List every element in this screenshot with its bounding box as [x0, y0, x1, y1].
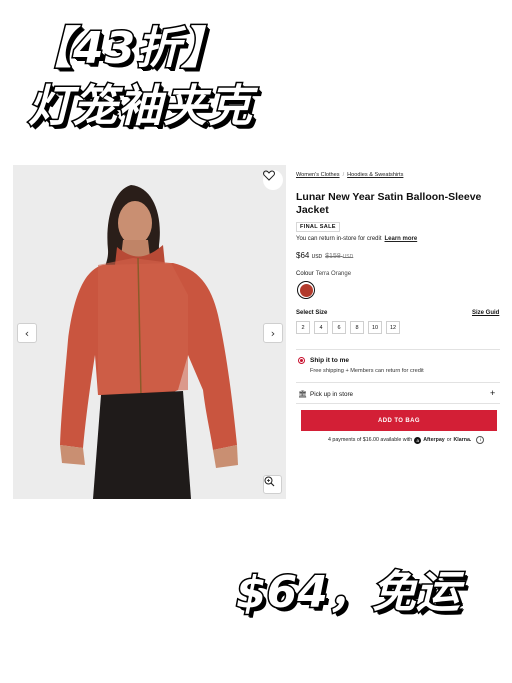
model-photo	[13, 165, 286, 499]
divider	[296, 403, 500, 404]
select-size-label: Select Size	[296, 310, 328, 316]
colour-swatch-terra-orange[interactable]	[297, 281, 315, 299]
original-price: $158 USD	[325, 253, 354, 260]
current-price: $64 USD	[296, 251, 323, 260]
product-image-gallery: ‹ ›	[13, 165, 286, 499]
breadcrumb-womens-clothes[interactable]: Women's Clothes	[296, 172, 340, 178]
headline-discount: 【43折】	[26, 22, 227, 76]
chevron-right-icon: ›	[270, 326, 276, 340]
size-option[interactable]: 10	[368, 321, 382, 334]
add-to-bag-button[interactable]: ADD TO BAG	[301, 410, 497, 431]
price-banner: $64，免运	[235, 566, 462, 620]
size-option[interactable]: 6	[332, 321, 346, 334]
chevron-left-icon: ‹	[24, 326, 30, 340]
store-icon: 🏛	[298, 391, 307, 398]
info-icon[interactable]: i	[476, 436, 485, 444]
current-price-currency: USD	[311, 254, 323, 260]
price-row: $64 USD $158 USD	[296, 251, 353, 260]
previous-image-button[interactable]: ‹	[17, 323, 37, 343]
ship-it-title[interactable]: Ship it to me	[310, 357, 349, 364]
product-info-panel: Women's Clothes / Hoodies & Sweatshirts Lu…	[296, 165, 500, 499]
klarna-label: Klarna.	[453, 437, 472, 443]
breadcrumb: Women's Clothes / Hoodies & Sweatshirts	[296, 172, 404, 178]
heart-icon	[263, 170, 275, 181]
next-image-button[interactable]: ›	[263, 323, 283, 343]
original-price-currency: USD	[342, 254, 354, 260]
learn-more-link[interactable]: Learn more	[385, 236, 418, 242]
pickup-in-store-option[interactable]: Pick up in store	[310, 391, 353, 398]
product-page-screenshot: ‹ › Women's Clothes / Hoodies & Sweatshirt…	[13, 165, 500, 499]
headline-product-type: 灯笼袖夹克	[27, 80, 254, 134]
colour-name: Terra Orange	[315, 271, 352, 277]
afterpay-label: Afterpay	[423, 437, 445, 443]
expand-pickup-button[interactable]: +	[490, 388, 495, 398]
final-sale-badge: FINAL SALE	[296, 222, 340, 232]
favorite-button[interactable]	[263, 170, 283, 190]
installments-note: 4 payments of $16.00 available with a Af…	[328, 436, 485, 444]
size-option[interactable]: 12	[386, 321, 400, 334]
divider	[296, 349, 500, 350]
size-option[interactable]: 4	[314, 321, 328, 334]
ship-it-radio[interactable]	[298, 357, 305, 364]
size-options: 2 4 6 8 10 12	[296, 321, 400, 334]
colour-label: Colour Terra Orange	[296, 271, 352, 277]
product-title: Lunar New Year Satin Balloon-Sleeve Jack…	[296, 191, 482, 216]
size-option[interactable]: 2	[296, 321, 310, 334]
return-note-text: You can return in-store for credit	[296, 236, 382, 242]
size-guide-link[interactable]: Size Guid	[472, 310, 499, 316]
ship-it-subtitle: Free shipping + Members can return for c…	[310, 368, 424, 374]
zoom-button[interactable]	[263, 475, 282, 494]
size-option[interactable]: 8	[350, 321, 364, 334]
return-note: You can return in-store for credit Learn …	[296, 236, 417, 242]
afterpay-icon: a	[414, 436, 422, 444]
zoom-in-icon	[264, 476, 275, 487]
divider	[296, 382, 500, 383]
breadcrumb-hoodies[interactable]: Hoodies & Sweatshirts	[347, 172, 403, 178]
